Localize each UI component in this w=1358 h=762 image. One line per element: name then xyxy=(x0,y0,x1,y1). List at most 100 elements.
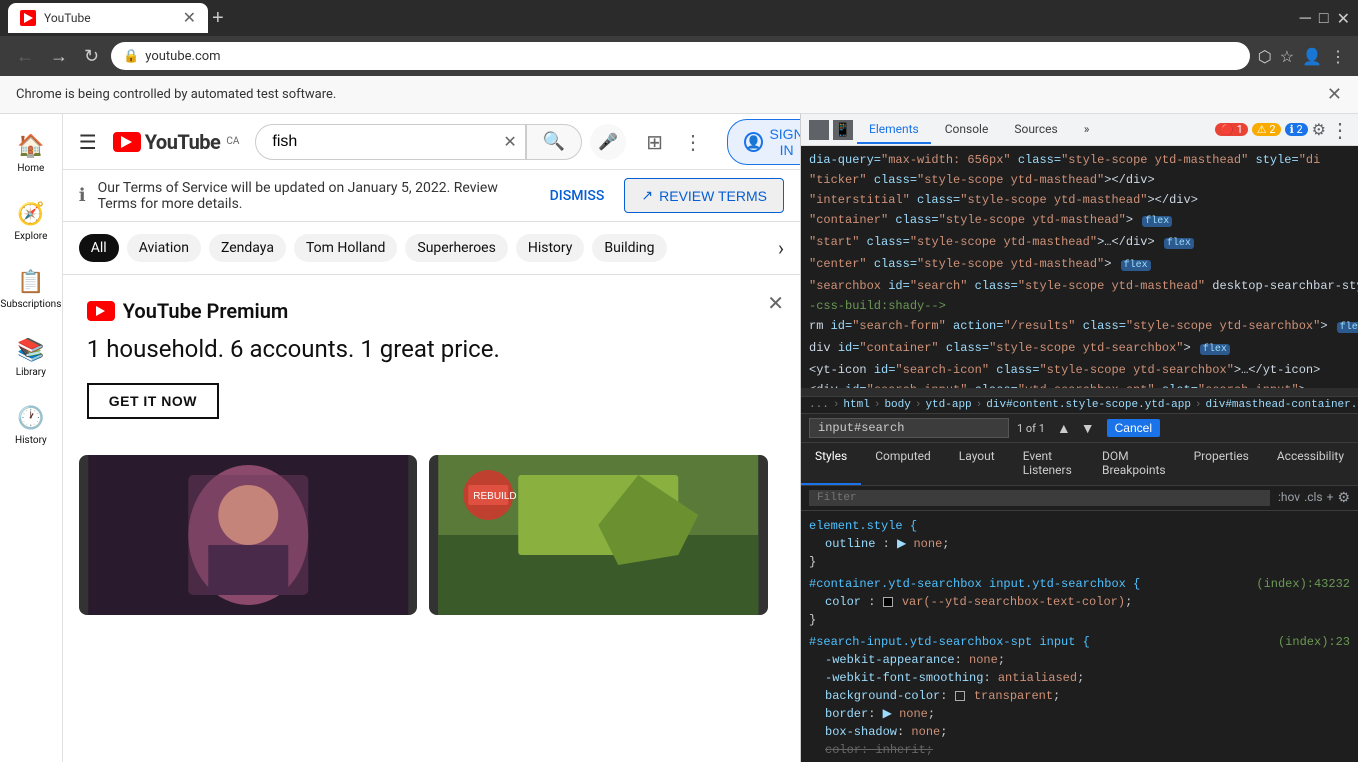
chip-superheroes[interactable]: Superheroes xyxy=(405,234,507,262)
tab-close-button[interactable]: ✕ xyxy=(183,10,196,26)
sidebar-item-home[interactable]: 🏠 Home xyxy=(1,122,61,186)
search-input[interactable] xyxy=(256,133,495,151)
address-bar[interactable]: 🔒 youtube.com xyxy=(111,42,1250,70)
find-prev-button[interactable]: ▲ xyxy=(1053,418,1075,438)
inspect-icon[interactable]: ⬚ xyxy=(809,120,829,140)
devtools-tab-elements[interactable]: Elements xyxy=(857,116,931,144)
search-icon: 🔍 xyxy=(543,131,565,152)
yt-logo[interactable]: YouTubeCA xyxy=(113,130,240,154)
chip-aviation[interactable]: Aviation xyxy=(127,234,201,262)
premium-tagline: 1 household. 6 accounts. 1 great price. xyxy=(87,335,500,363)
prop-webkit-font-smoothing: -webkit-font-smoothing: antialiased; xyxy=(809,669,1350,687)
sign-in-icon: 👤 xyxy=(744,132,763,152)
code-line-12[interactable]: <div id="search-input" class="ytd-search… xyxy=(801,380,1358,388)
error-badge: 🔴 1 xyxy=(1215,123,1248,136)
styles-tab-event-listeners[interactable]: Event Listeners xyxy=(1009,443,1088,485)
grid-button[interactable]: ⊞ xyxy=(646,130,663,154)
premium-logo-icon xyxy=(87,301,115,321)
yt-logo-region: CA xyxy=(226,136,239,147)
chip-building[interactable]: Building xyxy=(592,234,666,262)
get-it-now-button[interactable]: GET IT NOW xyxy=(87,383,219,419)
breadcrumb-html[interactable]: html xyxy=(843,399,869,411)
devtools-more-tabs[interactable]: » xyxy=(1072,116,1102,144)
restore-button[interactable]: □ xyxy=(1319,8,1329,28)
code-line-2[interactable]: "ticker" class="style-scope ytd-masthead… xyxy=(801,170,1358,190)
forward-button[interactable]: → xyxy=(46,42,72,71)
code-line-7[interactable]: "searchbox id="search" class="style-scop… xyxy=(801,276,1358,296)
styles-tab-layout[interactable]: Layout xyxy=(945,443,1009,485)
bookmark-icon[interactable]: ☆ xyxy=(1280,47,1294,66)
cast-icon[interactable]: ⬡ xyxy=(1258,47,1272,66)
refresh-button[interactable]: ↻ xyxy=(80,42,103,71)
minimize-button[interactable]: ─ xyxy=(1300,8,1311,28)
chip-history[interactable]: History xyxy=(516,234,585,262)
code-line-8[interactable]: -css-build:shady--> xyxy=(801,296,1358,316)
search-submit-button[interactable]: 🔍 xyxy=(526,124,582,160)
breadcrumb-masthead[interactable]: div#masthead-container.style-sc... xyxy=(1206,399,1358,411)
find-input[interactable] xyxy=(809,418,1009,438)
styles-tab-styles[interactable]: Styles xyxy=(801,443,861,485)
code-line-10[interactable]: div id="container" class="style-scope yt… xyxy=(801,338,1358,360)
close-window-button[interactable]: ✕ xyxy=(1337,9,1350,28)
chip-zendaya[interactable]: Zendaya xyxy=(209,234,286,262)
code-line-9[interactable]: rm id="search-form" action="/results" cl… xyxy=(801,316,1358,338)
add-style[interactable]: + xyxy=(1327,490,1334,506)
sign-in-button[interactable]: 👤 SIGN IN xyxy=(727,119,800,165)
find-next-button[interactable]: ▼ xyxy=(1077,418,1099,438)
pseudoclass-filter[interactable]: :hov xyxy=(1278,490,1300,506)
premium-close-button[interactable]: ✕ xyxy=(767,291,784,315)
settings-icon[interactable]: ⚙ xyxy=(1337,490,1350,506)
code-line-11[interactable]: <yt-icon id="search-icon" class="style-s… xyxy=(801,360,1358,380)
sidebar-item-library[interactable]: 📚 Library xyxy=(1,326,61,390)
sidebar-item-history[interactable]: 🕐 History xyxy=(1,394,61,458)
chip-all[interactable]: All xyxy=(79,234,119,262)
menu-icon[interactable]: ⋮ xyxy=(1330,47,1346,66)
prop-color-strikethrough: color: inherit; xyxy=(809,741,1350,759)
chip-tom-holland[interactable]: Tom Holland xyxy=(294,234,397,262)
code-line-3[interactable]: "interstitial" class="style-scope ytd-ma… xyxy=(801,190,1358,210)
style-rule-search-input: #search-input.ytd-searchbox-spt input { … xyxy=(801,631,1358,762)
svg-text:REBUILD: REBUILD xyxy=(474,491,517,502)
history-icon: 🕐 xyxy=(17,406,44,431)
devtools-tab-console[interactable]: Console xyxy=(933,116,1001,144)
styles-tab-properties[interactable]: Properties xyxy=(1180,443,1263,485)
breadcrumb-content[interactable]: div#content.style-scope.ytd-app xyxy=(986,399,1191,411)
code-line-5[interactable]: "start" class="style-scope ytd-masthead"… xyxy=(801,232,1358,254)
search-clear-button[interactable]: ✕ xyxy=(495,132,524,151)
profile-icon[interactable]: 👤 xyxy=(1302,47,1322,66)
class-filter[interactable]: .cls xyxy=(1304,490,1323,506)
terms-dismiss-button[interactable]: DISMISS xyxy=(542,180,613,212)
video-thumbnail-1[interactable] xyxy=(79,455,418,615)
library-icon: 📚 xyxy=(17,338,44,363)
styles-tab-accessibility[interactable]: Accessibility xyxy=(1263,443,1358,485)
automation-banner-close[interactable]: ✕ xyxy=(1327,84,1342,105)
code-area[interactable]: dia-query="max-width: 656px" class="styl… xyxy=(801,146,1358,388)
code-line-1[interactable]: dia-query="max-width: 656px" class="styl… xyxy=(801,150,1358,170)
styles-tab-computed[interactable]: Computed xyxy=(861,443,945,485)
code-line-4[interactable]: "container" class="style-scope ytd-masth… xyxy=(801,210,1358,232)
back-button[interactable]: ← xyxy=(12,42,38,71)
find-cancel-button[interactable]: Cancel xyxy=(1107,419,1160,437)
devtools-more-button[interactable]: ⋮ xyxy=(1330,118,1350,142)
styles-tab-dom-breakpoints[interactable]: DOM Breakpoints xyxy=(1088,443,1180,485)
terms-review-button[interactable]: ↗ REVIEW TERMS xyxy=(624,178,784,213)
chips-next-button[interactable]: › xyxy=(778,236,784,260)
device-icon[interactable]: 📱 xyxy=(833,120,853,140)
devtools-horizontal-scrollbar[interactable] xyxy=(801,388,1358,396)
sidebar-item-explore[interactable]: 🧭 Explore xyxy=(1,190,61,254)
breadcrumb-body[interactable]: body xyxy=(884,399,910,411)
code-line-6[interactable]: "center" class="style-scope ytd-masthead… xyxy=(801,254,1358,276)
more-options-button[interactable]: ⋮ xyxy=(683,130,703,154)
video-thumbnail-2[interactable]: REBUILD xyxy=(429,455,768,615)
thumb-image-2: REBUILD xyxy=(429,455,768,615)
new-tab-button[interactable]: + xyxy=(212,7,224,30)
sidebar-item-subscriptions[interactable]: 📋 Subscriptions xyxy=(1,258,61,322)
mic-button[interactable]: 🎤 xyxy=(590,124,626,160)
styles-filter-input[interactable] xyxy=(809,490,1270,506)
active-tab[interactable]: YouTube ✕ xyxy=(8,3,208,33)
hamburger-menu[interactable]: ☰ xyxy=(79,130,97,154)
breadcrumb-ytd-app[interactable]: ytd-app xyxy=(925,399,971,411)
yt-logo-icon xyxy=(113,132,141,152)
devtools-tab-sources[interactable]: Sources xyxy=(1002,116,1069,144)
devtools-settings-button[interactable]: ⚙ xyxy=(1312,120,1326,139)
